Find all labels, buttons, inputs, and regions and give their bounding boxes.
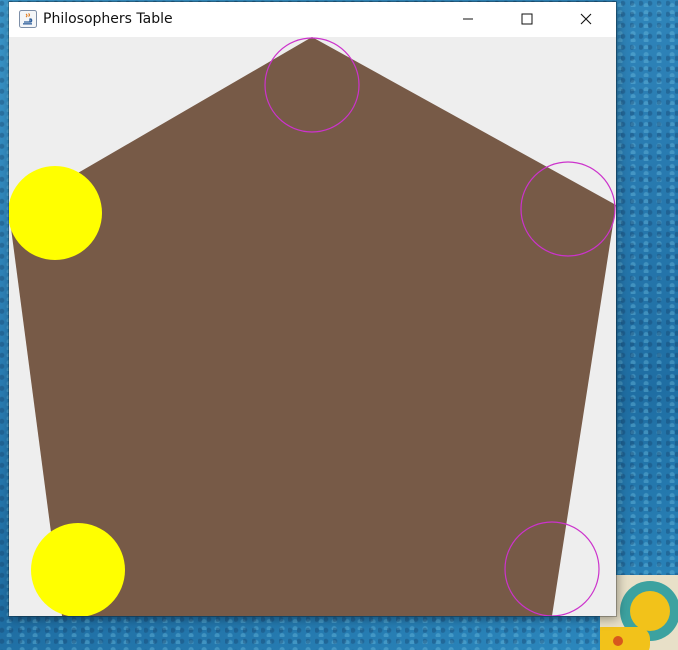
close-button[interactable] <box>563 2 609 36</box>
java-app-icon <box>19 10 37 28</box>
close-icon <box>580 10 592 29</box>
philosopher-lower-left-eating <box>31 523 125 616</box>
drawing-canvas <box>9 37 616 616</box>
minimize-button[interactable] <box>445 2 491 36</box>
philosopher-upper-left-eating <box>9 166 102 260</box>
title-bar[interactable]: Philosophers Table <box>9 2 616 36</box>
maximize-icon <box>521 10 533 29</box>
table-scene <box>9 37 616 616</box>
application-window: Philosophers Table <box>9 2 616 616</box>
minimize-icon <box>462 10 474 29</box>
maximize-button[interactable] <box>504 2 550 36</box>
window-title: Philosophers Table <box>43 11 173 27</box>
